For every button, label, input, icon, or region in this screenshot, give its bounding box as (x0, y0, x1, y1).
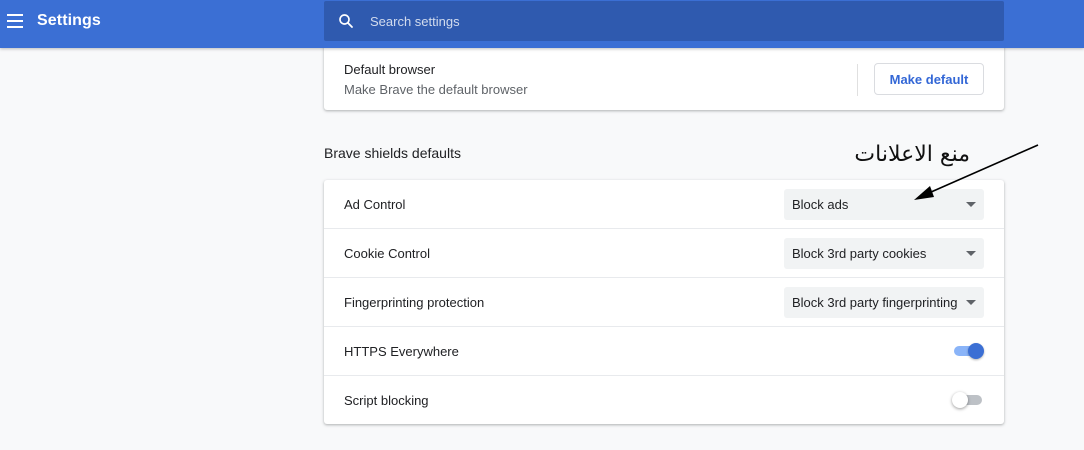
fingerprinting-select[interactable]: Block 3rd party fingerprinting (784, 287, 984, 318)
https-everywhere-row: HTTPS Everywhere (324, 326, 1004, 376)
ad-control-label: Ad Control (344, 197, 406, 212)
hamburger-menu-icon[interactable] (7, 14, 23, 28)
search-box[interactable] (324, 1, 1004, 41)
chevron-down-icon (966, 300, 976, 305)
script-blocking-row: Script blocking (324, 375, 1004, 425)
make-default-button[interactable]: Make default (874, 63, 984, 95)
fingerprinting-label: Fingerprinting protection (344, 295, 485, 310)
cookie-control-value: Block 3rd party cookies (792, 246, 927, 261)
https-everywhere-toggle[interactable] (952, 342, 986, 360)
app-title: Settings (37, 12, 101, 29)
chevron-down-icon (966, 251, 976, 256)
default-browser-card: Default browser Make Brave the default b… (324, 44, 1004, 110)
script-blocking-label: Script blocking (344, 393, 429, 408)
divider (857, 64, 858, 96)
default-browser-subtitle: Make Brave the default browser (344, 82, 528, 97)
ad-control-value: Block ads (792, 197, 849, 212)
fingerprinting-row: Fingerprinting protection Block 3rd part… (324, 277, 1004, 327)
fingerprinting-value: Block 3rd party fingerprinting (792, 295, 958, 310)
cookie-control-label: Cookie Control (344, 246, 430, 261)
cookie-control-row: Cookie Control Block 3rd party cookies (324, 228, 1004, 278)
section-title: Brave shields defaults (324, 145, 461, 161)
default-browser-title: Default browser (344, 62, 436, 77)
shields-card: Ad Control Block ads Cookie Control Bloc… (324, 180, 1004, 424)
annotation-arrow (914, 144, 1039, 200)
script-blocking-toggle[interactable] (952, 391, 986, 409)
top-bar: Settings (0, 0, 1084, 48)
search-input[interactable] (370, 1, 990, 41)
https-everywhere-label: HTTPS Everywhere (344, 344, 459, 359)
toggle-knob (952, 392, 968, 408)
search-icon (339, 14, 353, 28)
toggle-knob (968, 343, 984, 359)
cookie-control-select[interactable]: Block 3rd party cookies (784, 238, 984, 269)
